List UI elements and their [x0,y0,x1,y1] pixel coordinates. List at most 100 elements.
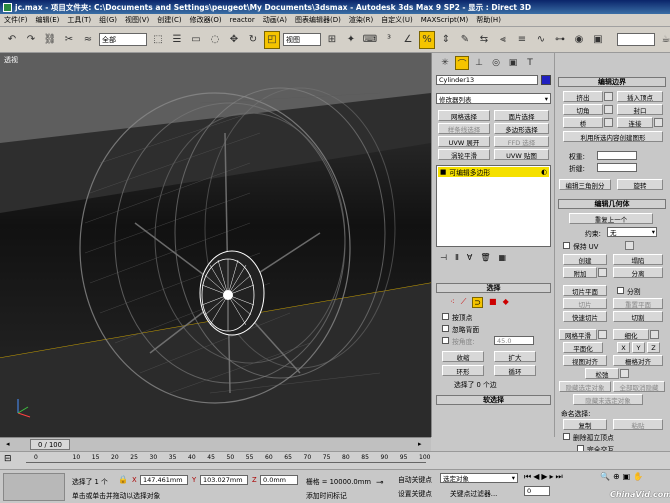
vertex-level-icon[interactable]: ⁖ [450,297,455,308]
meshsmooth-settings-button[interactable] [598,330,607,339]
ref-coord-dropdown[interactable]: 视图 [283,33,321,46]
schematic-icon[interactable]: ⊶ [552,31,568,49]
constraints-dropdown[interactable]: 无 ▾ [607,227,657,237]
keyboard-shortcut-icon[interactable]: ⌨ [362,31,378,49]
unhide-all-button[interactable]: 全部取消隐藏 [613,381,665,392]
menu-create[interactable]: 创建(C) [153,15,185,25]
stack-expand-icon[interactable]: ■ [440,168,446,176]
cut-button[interactable]: 切割 [613,311,663,322]
go-to-end-icon[interactable]: ⏭ [556,472,563,482]
selection-filter-dropdown[interactable]: 全部 [99,33,147,46]
chamfer-button[interactable]: 切角 [563,104,603,115]
y-coordinate-field[interactable]: 103.027mm [200,475,248,485]
uvw-unwrap-button[interactable]: UVW 展开 [438,136,490,147]
key-filter-dropdown[interactable]: 选定对象 ▾ [440,473,518,483]
grid-align-button[interactable]: 栅格对齐 [613,355,663,366]
relax-button[interactable]: 松弛 [585,368,619,379]
crease-spinner[interactable] [597,163,637,172]
spline-select-button[interactable]: 样条线选择 [438,123,490,134]
extrude-button[interactable]: 挤出 [563,91,603,102]
uvw-map-button[interactable]: UVW 贴图 [494,149,549,160]
pivot-icon[interactable]: ⊞ [324,31,340,49]
ffd-select-button[interactable]: FFD 选择 [494,136,549,147]
ring-button[interactable]: 环形 [442,365,484,376]
align-icon[interactable]: ⫷ [495,31,511,49]
edit-geometry-rollout-header[interactable]: 编辑几何体 [558,199,666,209]
maxscript-listener[interactable] [3,473,65,501]
undo-icon[interactable]: ↶ [4,31,20,49]
show-end-result-icon[interactable]: Ⅱ [455,253,459,262]
edit-triangulation-button[interactable]: 编辑三角剖分 [559,179,611,190]
add-time-tag[interactable]: 添加时间标记 [306,490,347,500]
view-align-button[interactable]: 视图对齐 [563,355,607,366]
menu-file[interactable]: 文件(F) [0,15,32,25]
hierarchy-tab-icon[interactable]: ⊥ [472,56,486,70]
snap-3-icon[interactable]: ³ [381,31,397,49]
insert-vertex-button[interactable]: 插入顶点 [617,91,663,102]
slice-button[interactable]: 切片 [563,298,607,309]
angle-spinner-field[interactable]: 45.0 [494,336,534,345]
object-name-field[interactable]: Cylinder13 [436,75,538,85]
modify-tab-icon[interactable]: ⌒ [455,56,469,70]
object-color-swatch[interactable] [541,75,551,85]
bridge-settings-button[interactable] [604,118,613,127]
selection-rollout-header[interactable]: 选择 [436,283,551,293]
motion-tab-icon[interactable]: ◎ [489,56,503,70]
time-next-icon[interactable]: ▸ [418,440,426,449]
window-crossing-icon[interactable]: ◌ [207,31,223,49]
hide-selected-button[interactable]: 隐藏选定对象 [559,381,611,392]
copy-button[interactable]: 复制 [563,419,607,430]
poly-select-button[interactable]: 多边形选择 [494,123,549,134]
grow-button[interactable]: 扩大 [494,351,536,362]
menu-maxscript[interactable]: MAXScript(M) [417,16,472,24]
menu-animation[interactable]: 动画(A) [259,15,291,25]
menu-tools[interactable]: 工具(T) [63,15,95,25]
connect-button[interactable]: 连接 [617,117,653,128]
time-slider-thumb[interactable]: 0 / 100 [30,439,70,450]
angle-snap-icon[interactable]: ∠ [400,31,416,49]
zoom-all-icon[interactable]: ⊕ [613,472,620,481]
paste-button[interactable]: 粘贴 [613,419,663,430]
menu-edit[interactable]: 编辑(E) [32,15,64,25]
select-by-name-icon[interactable]: ☰ [169,31,185,49]
viewport-label[interactable]: 透视 [4,55,18,65]
percent-snap-icon[interactable]: % [419,30,435,49]
planar-z-button[interactable]: Z [647,342,660,353]
spinner-snap-icon[interactable]: ⇕ [438,31,454,49]
configure-sets-icon[interactable]: ▦ [499,253,507,262]
menu-views[interactable]: 视图(V) [121,15,153,25]
key-filters-button[interactable]: 关键点过滤器... [450,488,497,498]
preserve-uv-settings-button[interactable] [625,241,634,250]
rotate-icon[interactable]: ↻ [245,31,261,49]
menu-group[interactable]: 组(G) [95,15,121,25]
create-button[interactable]: 创建 [563,254,607,265]
preserve-uv-checkbox[interactable] [563,242,570,249]
make-unique-icon[interactable]: ∀ [467,253,472,262]
slice-plane-button[interactable]: 切片平面 [563,285,607,296]
planar-y-button[interactable]: Y [632,342,645,353]
render-setup-icon[interactable]: ▣ [590,31,606,49]
unlink-icon[interactable]: ✂ [61,31,77,49]
loop-button[interactable]: 循环 [494,365,536,376]
menu-reactor[interactable]: reactor [226,16,259,24]
connect-settings-button[interactable] [654,118,663,127]
current-frame-field[interactable]: 0 [524,486,550,496]
select-manipulate-icon[interactable]: ✦ [343,31,359,49]
track-bar-icon[interactable]: ⊟ [4,454,12,464]
menu-customize[interactable]: 自定义(U) [377,15,417,25]
collapse-button[interactable]: 塌陷 [613,254,663,265]
planar-x-button[interactable]: X [617,342,630,353]
layer-icon[interactable]: ≡ [514,31,530,49]
ignore-backfacing-checkbox[interactable] [442,325,449,332]
zoom-icon[interactable]: 🔍 [600,472,610,481]
z-coordinate-field[interactable]: 0.0mm [260,475,298,485]
go-to-start-icon[interactable]: ⏮ [524,472,531,482]
perspective-viewport[interactable]: 透视 [0,53,431,437]
cap-button[interactable]: 封口 [617,104,663,115]
reset-plane-button[interactable]: 重置平面 [613,298,663,309]
mirror-icon[interactable]: ⇆ [476,31,492,49]
remove-modifier-icon[interactable]: 🗑 [480,253,490,262]
select-object-icon[interactable]: ⬚ [150,31,166,49]
border-level-icon[interactable]: ⊃ [472,297,483,308]
move-icon[interactable]: ✥ [226,31,242,49]
